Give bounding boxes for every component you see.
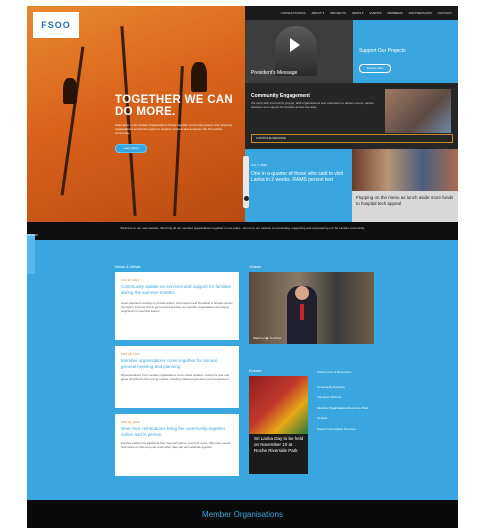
news-date: JUL 7, 2021	[251, 163, 268, 167]
nav-item-members[interactable]: MEMBERS	[387, 11, 402, 15]
videos-section-title: Videos	[249, 264, 262, 269]
homepage: FSOO TOGETHER WE CAN DO MORE. Federation…	[27, 6, 458, 528]
nav-item-about[interactable]: ABOUT ▾	[311, 11, 324, 15]
engagement-text: We work with community groups, faith org…	[251, 101, 374, 109]
stilt-pole	[173, 66, 184, 216]
nav-item-news[interactable]: NEWS ▾	[352, 11, 363, 15]
youtube-video-embed[interactable]: Watch on ▶ YouTube	[249, 272, 374, 344]
continue-reading-button[interactable]: CONTINUE READING	[251, 134, 453, 143]
stilt-pole	[120, 26, 137, 216]
fisherman-silhouette	[191, 62, 207, 92]
follow-tab-label: FOLLOW	[27, 234, 38, 237]
hero-banner: FSOO TOGETHER WE CAN DO MORE. Federation…	[27, 6, 245, 222]
link-item[interactable]: Volunteer With Us	[317, 395, 377, 400]
featured-news-panel[interactable]: JUL 7, 2021 One in a quarter of those wh…	[245, 149, 352, 222]
card-title[interactable]: Community update on services and support…	[121, 284, 233, 295]
watch-on-youtube-label[interactable]: Watch on ▶ YouTube	[253, 336, 281, 340]
logo[interactable]: FSOO	[33, 12, 79, 38]
card-body: Local volunteers continue to provide adv…	[121, 301, 233, 313]
card-title[interactable]: New Year celebrations bring the communit…	[121, 426, 233, 437]
welcome-text: Welcome to our new website. We bring all…	[120, 226, 365, 230]
news-headline[interactable]: One in a quarter of those who said to vi…	[251, 171, 347, 183]
card-date: MAY 28, 2021	[121, 352, 140, 356]
news-section-title: News & Views	[115, 264, 141, 269]
presidents-message-video[interactable]: President's Message	[245, 20, 353, 83]
card-title[interactable]: Member organisations come together for a…	[121, 358, 233, 369]
events-section-title: Events	[249, 368, 262, 373]
community-engagement-panel: Community Engagement We work with commun…	[245, 83, 458, 149]
side-indicator-dot[interactable]	[244, 196, 249, 201]
nav-item-projects[interactable]: PROJECTS	[330, 11, 346, 15]
welcome-strip: Welcome to our new website. We bring all…	[27, 222, 458, 240]
engagement-photo	[385, 89, 451, 133]
member-organisations-section: Member Organisations	[27, 500, 458, 528]
nav-item-consultations[interactable]: CONSULTATIONS	[281, 11, 306, 15]
speaker-tie	[300, 304, 304, 320]
event-title[interactable]: Sri Lanka Day to be held on November 10 …	[254, 436, 306, 454]
hero-text: Federation of Sri Lankan Organisations b…	[115, 123, 233, 135]
nav-item-events[interactable]: EVENTS	[369, 11, 381, 15]
learn-more-button[interactable]: Learn More	[115, 144, 147, 153]
useful-links: Useful Links & Resources Community Direc…	[317, 370, 377, 437]
card-date: APR 14, 2021	[121, 420, 140, 424]
speaker-face	[295, 286, 309, 300]
card-body: Representatives from member organisation…	[121, 373, 230, 381]
link-item[interactable]: Community Directory	[317, 385, 377, 390]
links-section-title: Useful Links & Resources	[317, 370, 352, 374]
hero-title: TOGETHER WE CAN DO MORE.	[115, 94, 234, 118]
fisherman-silhouette	[63, 78, 77, 104]
support-projects-panel: Support Our Projects Donate Now	[353, 20, 458, 83]
news-card[interactable]: JUN 16, 2021 Community update on service…	[115, 272, 239, 340]
donate-button[interactable]: Donate Now	[359, 64, 391, 73]
stilt-pole	[60, 46, 85, 196]
engagement-title: Community Engagement	[251, 93, 310, 99]
video-caption: President's Message	[251, 70, 298, 76]
fundraise-photo	[352, 149, 458, 191]
follow-tab[interactable]: FOLLOW	[27, 234, 38, 274]
member-organisations-title: Member Organisations	[202, 510, 283, 519]
main-nav: CONSULTATIONS ABOUT ▾ PROJECTS NEWS ▾ EV…	[245, 6, 458, 20]
link-item[interactable]: Member Organisations Resource Pack	[317, 406, 377, 411]
play-icon[interactable]	[290, 38, 300, 52]
nav-item-partnerships[interactable]: PARTNERSHIPS	[409, 11, 432, 15]
news-card[interactable]: APR 14, 2021 New Year celebrations bring…	[115, 414, 239, 476]
event-card[interactable]: Sri Lanka Day to be held on November 10 …	[249, 376, 308, 474]
link-item[interactable]: Contact	[317, 416, 377, 421]
news-card[interactable]: MAY 28, 2021 Member organisations come t…	[115, 346, 239, 408]
link-item[interactable]: Support and Advice Services	[317, 427, 377, 432]
fundraise-panel[interactable]: Flopping on the menu as lunch aside more…	[352, 149, 458, 222]
flag-image	[249, 376, 308, 434]
card-body: Families marked the traditional New Year…	[121, 441, 231, 449]
support-title: Support Our Projects	[359, 48, 406, 54]
nav-item-contact[interactable]: CONTACT	[438, 11, 452, 15]
card-date: JUN 16, 2021	[121, 278, 140, 282]
fundraise-headline[interactable]: Flopping on the menu as lunch aside more…	[356, 195, 456, 207]
